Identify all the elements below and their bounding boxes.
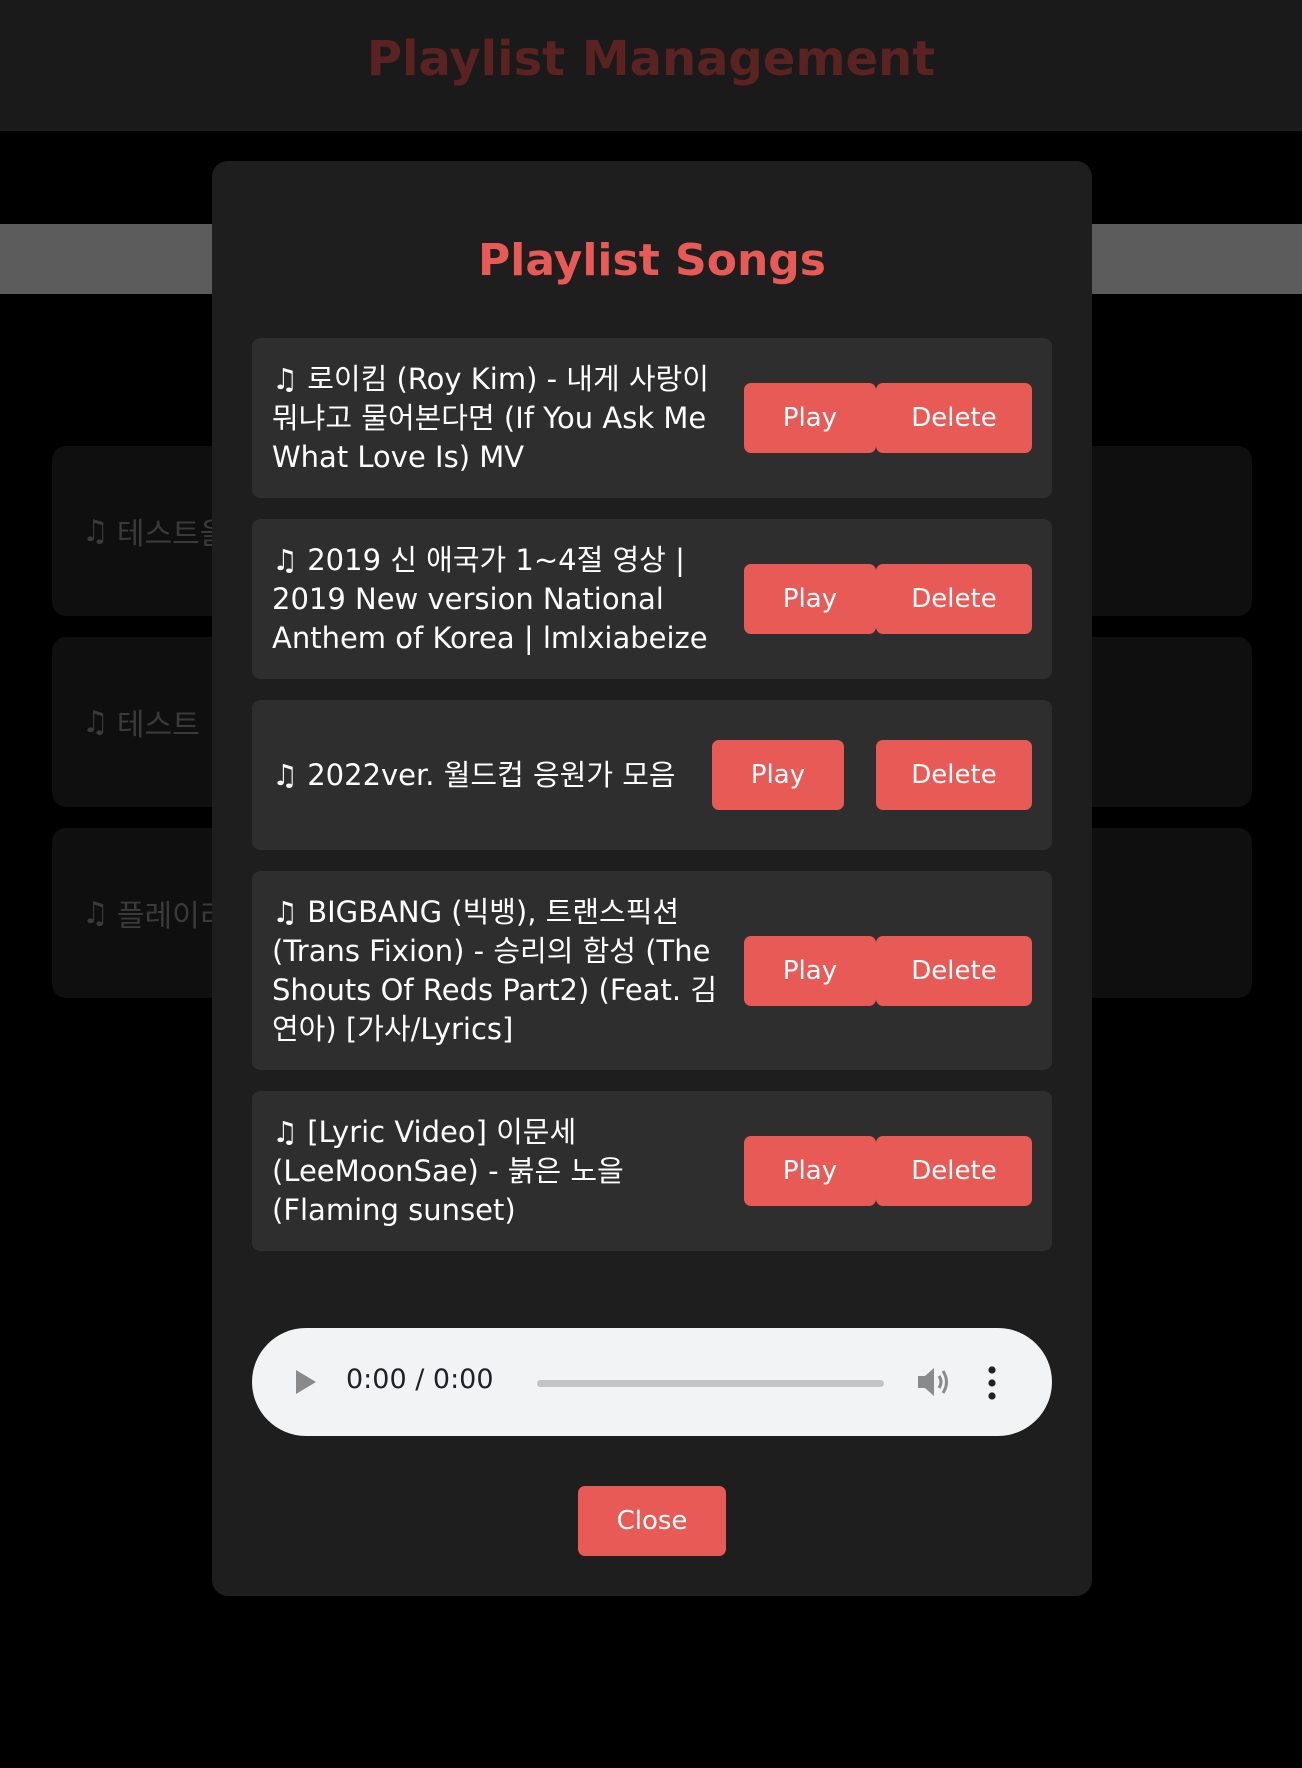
play-button[interactable]: Play (744, 564, 876, 634)
close-button[interactable]: Close (578, 1486, 726, 1556)
delete-button[interactable]: Delete (876, 383, 1032, 453)
song-title: ♫ 2019 신 애국가 1~4절 영상 | 2019 New version … (272, 542, 708, 655)
musical-note-icon: ♫ (82, 513, 109, 549)
musical-note-icon: ♫ (272, 757, 308, 792)
song-actions: Play Delete (744, 383, 1032, 453)
song-item: ♫ 2022ver. 월드컵 응원가 모음 Play Delete (252, 700, 1052, 850)
delete-button[interactable]: Delete (876, 564, 1032, 634)
song-title: ♫ BIGBANG (빅뱅), 트랜스픽션 (Trans Fixion) - 승… (272, 894, 718, 1046)
play-button[interactable]: Play (744, 1136, 876, 1206)
song-title: ♫ 로이킴 (Roy Kim) - 내게 사랑이 뭐냐고 물어본다면 (If Y… (272, 361, 709, 474)
song-item: ♫ [Lyric Video] 이문세 (LeeMoonSae) - 붉은 노을… (252, 1091, 1052, 1251)
song-actions: Play Delete (744, 1136, 1032, 1206)
song-actions: Play Delete (744, 935, 1032, 1006)
musical-note-icon: ♫ (82, 895, 109, 931)
song-item: ♫ 로이킴 (Roy Kim) - 내게 사랑이 뭐냐고 물어본다면 (If Y… (252, 338, 1052, 498)
playlist-card-label: 플레이리 (116, 899, 228, 934)
play-button[interactable]: Play (712, 740, 844, 810)
musical-note-icon: ♫ (272, 361, 308, 396)
song-title: ♫ [Lyric Video] 이문세 (LeeMoonSae) - 붉은 노을… (272, 1114, 624, 1227)
audio-time: 0:00 / 0:00 (346, 1364, 494, 1395)
song-list: ♫ 로이킴 (Roy Kim) - 내게 사랑이 뭐냐고 물어본다면 (If Y… (252, 338, 1052, 1272)
play-button[interactable]: Play (744, 935, 876, 1006)
delete-button[interactable]: Delete (876, 1136, 1032, 1206)
volume-icon[interactable] (916, 1365, 952, 1399)
page-header: Playlist Management (0, 0, 1302, 131)
musical-note-icon: ♫ (272, 542, 308, 577)
page-title: Playlist Management (366, 30, 936, 87)
audio-player: 0:00 / 0:00 (252, 1328, 1052, 1436)
delete-button[interactable]: Delete (876, 740, 1032, 810)
song-actions: Play Delete (712, 740, 1032, 810)
song-item: ♫ 2019 신 애국가 1~4절 영상 | 2019 New version … (252, 519, 1052, 679)
song-actions: Play Delete (744, 564, 1032, 634)
play-icon[interactable] (296, 1370, 316, 1394)
playlist-card-label: 테스트을 (116, 517, 228, 552)
musical-note-icon: ♫ (82, 704, 109, 740)
modal-title: Playlist Songs (478, 235, 826, 286)
playlist-card-label: 테스트 (116, 708, 200, 743)
play-button[interactable]: Play (744, 383, 876, 453)
musical-note-icon: ♫ (272, 1114, 308, 1149)
song-title: ♫ 2022ver. 월드컵 응원가 모음 (272, 757, 676, 792)
song-item: ♫ BIGBANG (빅뱅), 트랜스픽션 (Trans Fixion) - 승… (252, 871, 1052, 1070)
delete-button[interactable]: Delete (876, 935, 1032, 1006)
playlist-songs-modal: Playlist Songs ♫ 로이킴 (Roy Kim) - 내게 사랑이 … (212, 161, 1092, 1596)
more-vertical-icon[interactable] (987, 1366, 997, 1400)
musical-note-icon: ♫ (272, 894, 308, 929)
audio-progress-bar[interactable] (537, 1380, 884, 1387)
